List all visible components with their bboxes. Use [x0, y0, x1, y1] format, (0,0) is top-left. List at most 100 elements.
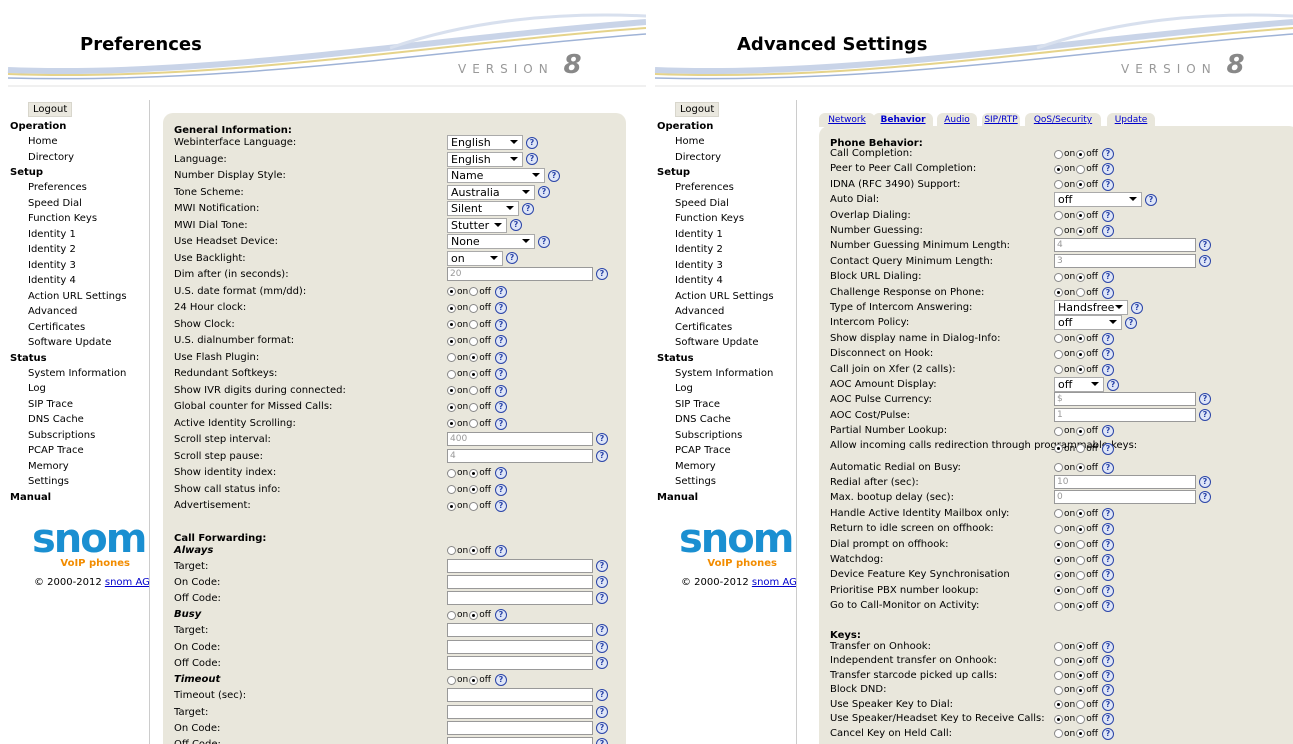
radio-on[interactable]	[1054, 349, 1063, 359]
radio-on[interactable]	[1054, 685, 1063, 695]
radio-on[interactable]	[1054, 164, 1063, 174]
help-icon[interactable]: ?	[1101, 538, 1114, 551]
nav-item-subscriptions[interactable]: Subscriptions	[10, 428, 140, 444]
help-icon[interactable]: ?	[1101, 271, 1114, 284]
radio-off[interactable]	[1076, 149, 1086, 159]
help-icon[interactable]: ?	[1101, 727, 1114, 740]
help-icon[interactable]: ?	[1101, 523, 1114, 536]
nav-item-action-url[interactable]: Action URL Settings	[657, 289, 787, 305]
nav-item-sip-trace[interactable]: SIP Trace	[657, 397, 787, 413]
help-icon[interactable]: ?	[526, 153, 538, 165]
help-icon[interactable]: ?	[596, 640, 608, 653]
tab-network[interactable]: Network	[819, 113, 875, 127]
help-icon[interactable]: ?	[494, 285, 507, 298]
dropdown-select[interactable]: on	[447, 250, 503, 266]
radio-on[interactable]	[447, 501, 456, 511]
radio-on[interactable]	[1054, 700, 1063, 710]
text-input[interactable]	[447, 737, 593, 744]
radio-off[interactable]	[1076, 700, 1086, 710]
help-icon[interactable]: ?	[596, 559, 608, 572]
radio-on[interactable]	[1054, 365, 1063, 375]
help-icon[interactable]: ?	[596, 449, 608, 462]
nav-item-log[interactable]: Log	[657, 381, 787, 397]
help-icon[interactable]: ?	[1101, 669, 1114, 682]
help-icon[interactable]: ?	[510, 219, 522, 231]
radio-on[interactable]	[1054, 601, 1063, 611]
radio-off[interactable]	[1076, 729, 1086, 739]
radio-off[interactable]	[1076, 463, 1086, 473]
help-icon[interactable]: ?	[1101, 442, 1114, 455]
nav-item-manual[interactable]: Manual	[657, 490, 787, 505]
help-icon[interactable]: ?	[494, 417, 507, 430]
text-input[interactable]: 0	[1054, 490, 1196, 505]
nav-item-home[interactable]: Home	[10, 134, 140, 150]
tab-audio[interactable]: Audio	[937, 113, 977, 127]
radio-off[interactable]	[1076, 226, 1086, 236]
text-input[interactable]: $	[1054, 392, 1196, 407]
help-icon[interactable]: ?	[1101, 163, 1114, 176]
radio-off[interactable]	[1076, 524, 1086, 534]
nav-item-identity-3[interactable]: Identity 3	[10, 258, 140, 274]
radio-on[interactable]	[1054, 656, 1063, 666]
radio-on[interactable]	[447, 675, 456, 685]
help-icon[interactable]: ?	[548, 169, 560, 182]
radio-on[interactable]	[447, 610, 456, 620]
radio-on[interactable]	[447, 468, 456, 478]
nav-item-action-url[interactable]: Action URL Settings	[10, 289, 140, 305]
nav-item-certificates[interactable]: Certificates	[10, 320, 140, 336]
radio-off[interactable]	[469, 369, 479, 379]
text-input[interactable]: 1	[1054, 407, 1196, 422]
help-icon[interactable]: ?	[538, 186, 550, 198]
help-icon[interactable]: ?	[506, 252, 518, 264]
help-icon[interactable]: ?	[1199, 476, 1211, 488]
dropdown-select[interactable]: Name	[447, 168, 545, 183]
help-icon[interactable]: ?	[596, 268, 608, 280]
radio-off[interactable]	[469, 675, 479, 685]
nav-item-directory[interactable]: Directory	[10, 150, 140, 166]
snom-ag-link[interactable]: snom AG	[105, 577, 150, 588]
radio-on[interactable]	[1054, 729, 1063, 739]
text-input[interactable]	[447, 688, 593, 703]
text-input[interactable]: 4	[1054, 238, 1196, 253]
nav-item-home[interactable]: Home	[657, 134, 787, 150]
help-icon[interactable]: ?	[596, 705, 608, 718]
radio-on[interactable]	[1054, 714, 1063, 724]
radio-on[interactable]	[1054, 211, 1063, 221]
help-icon[interactable]: ?	[522, 202, 534, 215]
text-input[interactable]	[447, 591, 593, 606]
radio-on[interactable]	[447, 353, 456, 362]
nav-item-identity-4[interactable]: Identity 4	[10, 273, 140, 289]
help-icon[interactable]: ?	[1101, 332, 1114, 345]
nav-item-dns-cache[interactable]: DNS Cache	[657, 412, 787, 428]
help-icon[interactable]: ?	[494, 401, 507, 413]
radio-off[interactable]	[1076, 272, 1086, 282]
radio-on[interactable]	[1054, 226, 1063, 236]
help-icon[interactable]: ?	[526, 136, 538, 149]
radio-on[interactable]	[1054, 671, 1063, 681]
help-icon[interactable]: ?	[1107, 378, 1119, 391]
nav-item-advanced[interactable]: Advanced	[10, 304, 140, 320]
radio-off[interactable]	[469, 386, 479, 395]
radio-off[interactable]	[1076, 164, 1086, 174]
nav-item-subscriptions[interactable]: Subscriptions	[657, 428, 787, 444]
text-input[interactable]	[447, 558, 593, 573]
help-icon[interactable]: ?	[494, 351, 507, 364]
nav-item-identity-1[interactable]: Identity 1	[10, 227, 140, 243]
text-input[interactable]: 10	[1054, 475, 1196, 489]
radio-on[interactable]	[447, 320, 456, 329]
help-icon[interactable]: ?	[1101, 348, 1114, 361]
help-icon[interactable]: ?	[1101, 461, 1114, 474]
nav-item-pcap-trace[interactable]: PCAP Trace	[657, 443, 787, 459]
help-icon[interactable]: ?	[494, 368, 507, 380]
radio-off[interactable]	[1076, 444, 1086, 454]
snom-ag-link[interactable]: snom AG	[752, 577, 797, 588]
nav-item-software-update[interactable]: Software Update	[10, 335, 140, 351]
text-input[interactable]: 4	[447, 448, 593, 463]
nav-item-identity-2[interactable]: Identity 2	[657, 242, 787, 258]
radio-off[interactable]	[1076, 365, 1086, 375]
radio-off[interactable]	[469, 419, 479, 428]
nav-item-pcap-trace[interactable]: PCAP Trace	[10, 443, 140, 459]
radio-off[interactable]	[1076, 288, 1086, 298]
nav-item-speed-dial[interactable]: Speed Dial	[10, 196, 140, 212]
help-icon[interactable]: ?	[494, 674, 507, 687]
